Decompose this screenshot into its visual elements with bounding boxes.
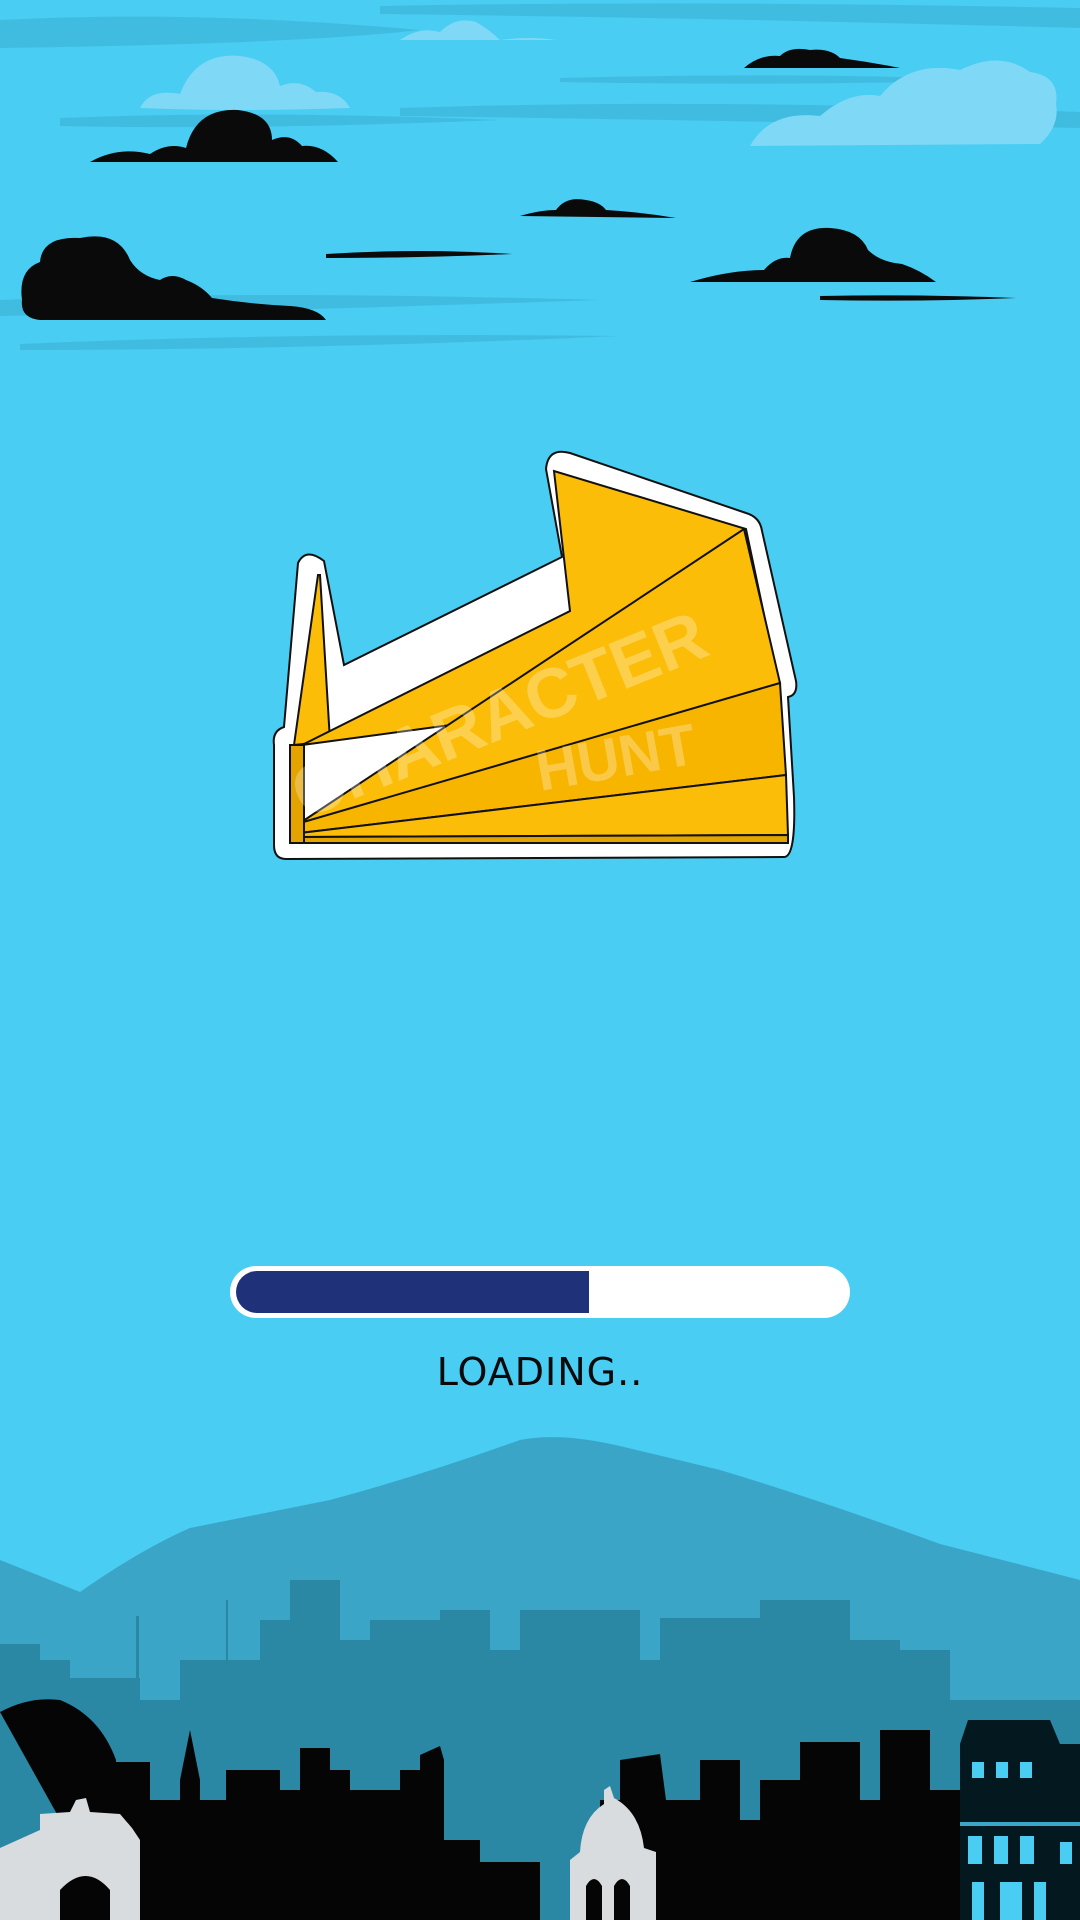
game-logo: CHARACTER HUNT [270,445,810,865]
city-skyline [0,1437,1080,1920]
loading-progress-fill [236,1271,589,1313]
loading-screen: CHARACTER HUNT LOADING.. [0,0,1080,1920]
loading-label: LOADING.. [436,1350,644,1394]
loading-progress-bar [230,1266,850,1318]
